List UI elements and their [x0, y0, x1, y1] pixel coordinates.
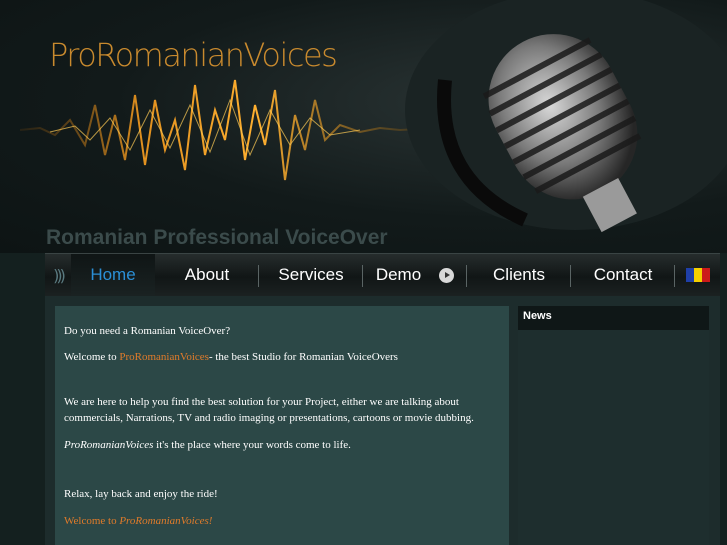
- nav-clients[interactable]: Clients: [467, 254, 571, 296]
- play-icon[interactable]: [439, 267, 455, 283]
- flag-stripe-blue: [685, 268, 694, 282]
- intro-question: Do you need a Romanian VoiceOver?: [64, 325, 231, 337]
- flag-stripe-red: [701, 268, 710, 282]
- microphone-graphic: [405, 0, 727, 233]
- help-paragraph: We are here to help you find the best so…: [64, 396, 474, 424]
- nav-demo[interactable]: Demo: [363, 254, 467, 296]
- relax-line: Relax, lay back and enjoy the ride!: [64, 488, 218, 500]
- language-selector[interactable]: [675, 254, 720, 296]
- nav-demo-label: Demo: [375, 265, 422, 284]
- site-logo[interactable]: ProRomanianVoices: [49, 36, 338, 74]
- nav-services-label: Services: [278, 265, 344, 284]
- news-panel: [518, 330, 709, 545]
- nav-services[interactable]: Services: [259, 254, 363, 296]
- footer-welcome-line: Welcome to ProRomanianVoices!: [64, 513, 500, 529]
- footer-welcome-prefix: Welcome to: [64, 515, 120, 527]
- nav-clients-label: Clients: [493, 265, 545, 284]
- tagline: Romanian Professional VoiceOver: [46, 226, 388, 249]
- nav-home-label: Home: [90, 265, 136, 284]
- welcome-prefix: Welcome to: [64, 351, 120, 363]
- nav-home[interactable]: Home: [71, 254, 155, 296]
- footer-welcome-brand[interactable]: ProRomanianVoices!: [119, 515, 212, 527]
- nav-contact[interactable]: Contact: [571, 254, 675, 296]
- header-banner: ProRomanianVoices Romanian Professional …: [0, 0, 727, 253]
- main-content-box: Do you need a Romanian VoiceOver? Welcom…: [55, 306, 509, 545]
- sound-bars-icon: ))): [53, 265, 66, 285]
- welcome-suffix: - the best Studio for Romanian VoiceOver…: [208, 351, 398, 363]
- welcome-brand-link[interactable]: ProRomanianVoices: [119, 351, 209, 363]
- place-line: ProRomanianVoices it's the place where y…: [64, 437, 500, 453]
- nav-about[interactable]: About: [155, 254, 259, 296]
- romanian-flag-icon[interactable]: [685, 268, 710, 282]
- news-heading: News: [518, 306, 709, 330]
- nav-about-label: About: [184, 265, 230, 284]
- nav-contact-label: Contact: [593, 265, 653, 284]
- place-brand: ProRomanianVoices: [64, 439, 154, 451]
- flag-stripe-yellow: [693, 268, 702, 282]
- main-navigation: ))) Home About Services Demo Clients Con…: [45, 253, 720, 296]
- welcome-line: Welcome to ProRomanianVoices- the best S…: [64, 349, 500, 365]
- place-suffix: it's the place where your words come to …: [153, 439, 351, 451]
- waveform-graphic: [20, 79, 421, 181]
